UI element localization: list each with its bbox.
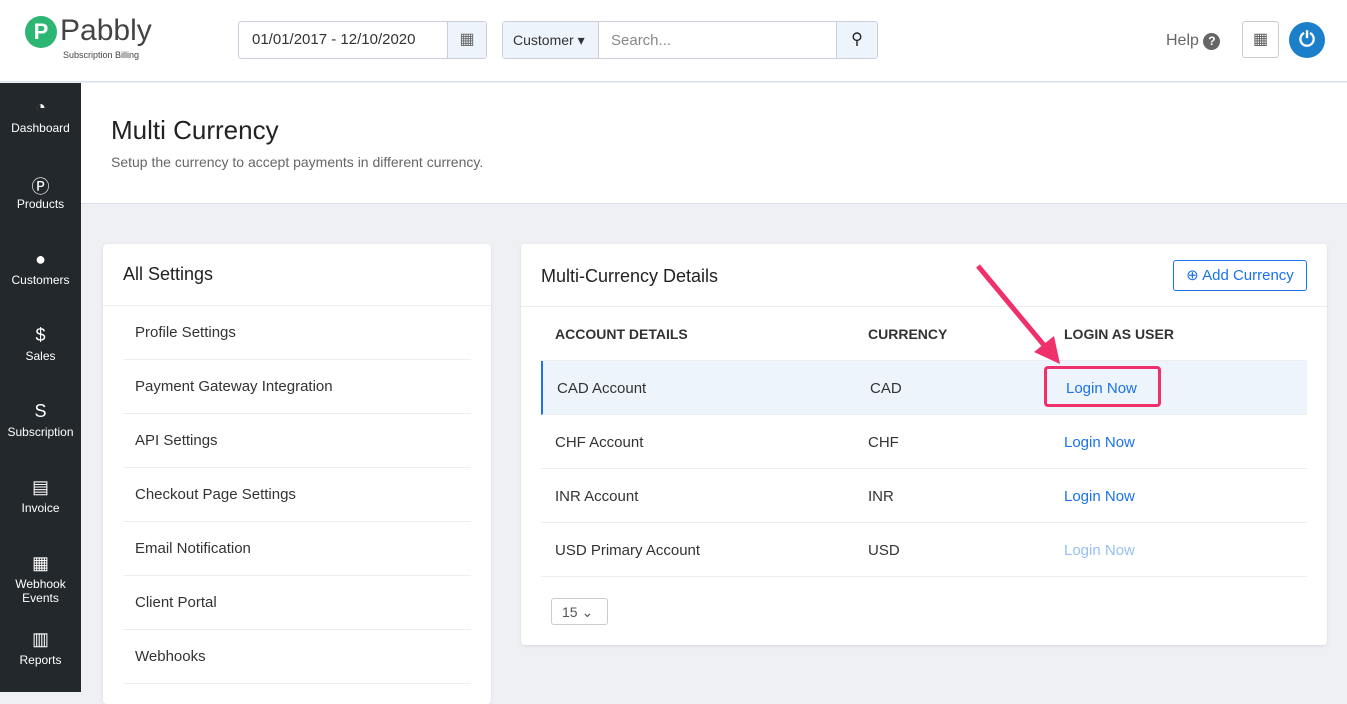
add-currency-button[interactable]: ⊕ Add Currency [1173,260,1307,291]
currency-card: Multi-Currency Details ⊕ Add Currency AC… [521,244,1327,645]
date-range-picker[interactable]: 01/01/2017 - 12/10/2020 ▦ [238,21,487,59]
sidebar-item-sales[interactable]: $ Sales [0,311,81,387]
sidebar: ◔ Dashboard Ⓟ Products ● Customers $ Sales S Subs… [0,83,81,692]
search-input[interactable]: Search... [599,22,836,58]
table-row: CHF Account CHF Login Now [541,415,1307,469]
table-row: CAD Account CAD Login Now [541,361,1307,415]
table-header: ACCOUNT DETAILS CURRENCY LOGIN AS USER [541,307,1307,361]
sidebar-label: Reports [19,653,62,667]
search-bar: Customer ▾ Search... ⚲ [502,21,878,59]
top-bar: P Pabbly Subscription Billing 01/01/2017 -… [0,0,1347,82]
settings-item[interactable]: Email Notification [123,522,471,576]
sidebar-item-invoice[interactable]: ▤ Invoice [0,463,81,539]
sidebar-label: Sales [25,349,56,363]
login-now-link[interactable]: Login Now [1064,488,1135,505]
search-icon[interactable]: ⚲ [836,22,877,58]
arrow-annotation [976,264,1060,364]
calendar-icon[interactable]: ▦ [447,22,486,58]
question-icon: ? [1203,33,1221,50]
sidebar-label: Customers [11,273,70,287]
sidebar-label: Invoice [21,501,60,515]
page-title: Multi Currency [111,115,279,145]
search-type-dropdown[interactable]: Customer ▾ [503,22,599,58]
logo[interactable]: P Pabbly Subscription Billing [25,16,152,60]
page-subtitle: Setup the currency to accept payments in… [111,154,484,170]
highlight-box [1044,366,1161,407]
login-now-link[interactable]: Login Now [1064,542,1135,559]
login-now-link[interactable]: Login Now [1064,434,1135,451]
sidebar-label: Webhook Events [15,577,66,605]
table-row: USD Primary Account USD Login Now [541,523,1307,577]
sidebar-icon: ▥ [31,629,49,649]
settings-item[interactable]: Payment Gateway Integration [123,360,471,414]
sidebar-item-subscription[interactable]: S Subscription [0,387,81,463]
page-size-select[interactable]: 15 ⌄ [551,598,608,625]
settings-item[interactable]: Client Portal [123,576,471,630]
sidebar-label: Dashboard [11,121,70,135]
help-link[interactable]: Help ? [1166,32,1221,50]
settings-card: All Settings Profile Settings Payment Gate… [103,244,491,704]
table-row: INR Account INR Login Now [541,469,1307,523]
sidebar-item-dashboard[interactable]: ◔ Dashboard [0,83,81,159]
date-range-input[interactable]: 01/01/2017 - 12/10/2020 [239,22,447,58]
sidebar-item-reports[interactable]: ▥ Reports [0,615,81,691]
settings-item[interactable]: Checkout Page Settings [123,468,471,522]
sidebar-icon: S [34,401,47,421]
sidebar-item-webhook-events[interactable]: ▦ Webhook Events [0,539,81,615]
sidebar-icon: ◔ [35,97,46,117]
sidebar-item-products[interactable]: Ⓟ Products [0,159,81,235]
sidebar-item-customers[interactable]: ● Customers [0,235,81,311]
user-avatar[interactable]: ⏻ [1289,22,1325,58]
page-header: Multi Currency Setup the currency to acce… [81,83,1347,204]
settings-item[interactable]: Profile Settings [123,306,471,360]
sidebar-icon: ▤ [31,477,49,497]
sidebar-icon: Ⓟ [31,177,50,197]
settings-title: All Settings [103,244,491,306]
sidebar-label: Subscription [7,425,74,439]
sidebar-icon: ▦ [31,553,49,573]
sidebar-icon: ● [35,249,46,269]
sidebar-icon: $ [35,325,46,345]
settings-item[interactable]: API Settings [123,414,471,468]
apps-grid-icon[interactable]: ▦ [1242,21,1279,58]
sidebar-label: Products [16,197,65,211]
settings-item[interactable]: Webhooks [123,630,471,684]
